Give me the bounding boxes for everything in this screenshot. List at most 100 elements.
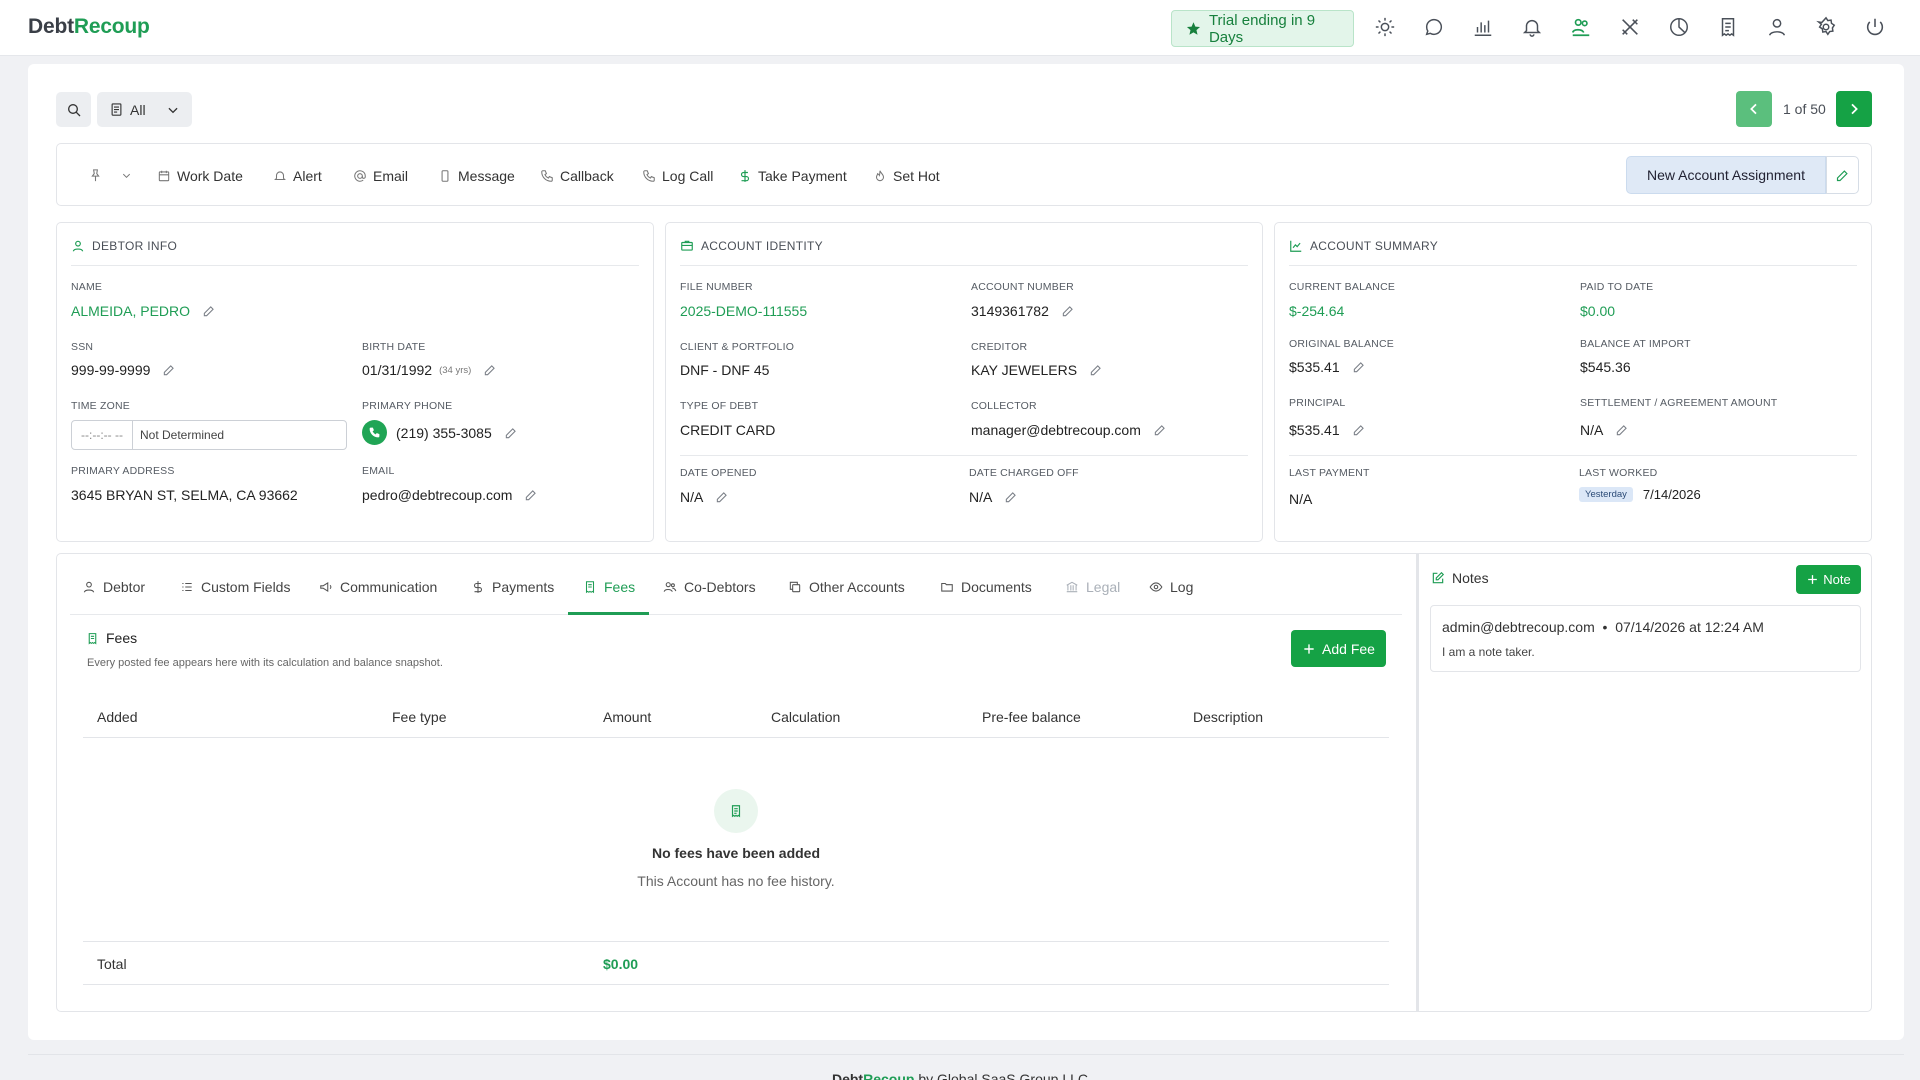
bar-chart-icon[interactable]: [1472, 16, 1494, 38]
tab-debtor[interactable]: Debtor: [82, 579, 145, 595]
gear-icon[interactable]: [1815, 16, 1837, 38]
app-logo[interactable]: DebtRecoup: [28, 15, 150, 39]
message-button[interactable]: Message: [438, 168, 515, 184]
identity-divider: [680, 455, 1248, 456]
column-description[interactable]: Description: [1193, 709, 1263, 725]
call-phone-button[interactable]: [362, 420, 387, 445]
take-payment-button[interactable]: Take Payment: [738, 168, 847, 184]
edit-account-number-icon[interactable]: [1061, 304, 1075, 318]
tab-log[interactable]: Log: [1149, 579, 1193, 595]
search-button[interactable]: [56, 92, 91, 127]
debtor-info-header: DEBTOR INFO: [71, 239, 177, 253]
set-hot-button[interactable]: Set Hot: [873, 168, 940, 184]
column-calculation[interactable]: Calculation: [771, 709, 840, 725]
fire-icon: [875, 170, 885, 182]
list-icon: [111, 103, 122, 116]
work-date-button[interactable]: Work Date: [157, 168, 243, 184]
action-toolbar: Work Date Alert Email Message Callback L…: [56, 143, 1872, 206]
bell-icon[interactable]: [1521, 16, 1543, 38]
last-payment-label: LAST PAYMENT: [1289, 467, 1370, 479]
tab-legal[interactable]: Legal: [1065, 579, 1120, 595]
fees-title: Fees: [86, 630, 137, 646]
edit-charged-off-icon[interactable]: [1004, 490, 1018, 504]
tab-other-accounts[interactable]: Other Accounts: [788, 579, 905, 595]
edit-ssn-icon[interactable]: [162, 363, 176, 377]
tab-payments[interactable]: Payments: [471, 579, 554, 595]
edit-name-icon[interactable]: [202, 304, 216, 318]
time-zone-field[interactable]: --:--:-- -- Not Determined: [71, 420, 347, 450]
line-chart-icon: [1290, 240, 1302, 252]
user-icon[interactable]: [1766, 16, 1788, 38]
tab-co-debtors[interactable]: Co-Debtors: [663, 579, 756, 595]
tab-communication[interactable]: Communication: [319, 579, 437, 595]
footer: DebtRecoup by Global SaaS Group LLC: [831, 1071, 1088, 1080]
receipt-icon[interactable]: [1717, 16, 1739, 38]
add-fee-button[interactable]: Add Fee: [1291, 630, 1386, 667]
bell-icon: [274, 171, 286, 181]
assignment-edit-button[interactable]: [1826, 156, 1859, 194]
users-money-icon[interactable]: [1570, 16, 1592, 38]
column-fee-type[interactable]: Fee type: [392, 709, 446, 725]
star-icon: [1186, 22, 1201, 35]
address-label: PRIMARY ADDRESS: [71, 465, 175, 477]
phone-device-icon: [441, 170, 449, 182]
filter-select[interactable]: All: [97, 92, 192, 127]
edit-date-opened-icon[interactable]: [715, 490, 729, 504]
edit-email-icon[interactable]: [524, 488, 538, 502]
footer-divider: [28, 1054, 1904, 1055]
debt-type-label: TYPE OF DEBT: [680, 400, 759, 412]
account-identity-header: ACCOUNT IDENTITY: [680, 239, 823, 253]
tab-documents[interactable]: Documents: [940, 579, 1032, 595]
column-added[interactable]: Added: [97, 709, 137, 725]
callback-button[interactable]: Callback: [540, 168, 614, 184]
alert-button[interactable]: Alert: [273, 168, 322, 184]
balance-at-import-label: BALANCE AT IMPORT: [1580, 338, 1691, 350]
next-account-button[interactable]: [1836, 91, 1872, 127]
add-note-button[interactable]: Note: [1796, 565, 1861, 594]
column-amount[interactable]: Amount: [603, 709, 651, 725]
edit-settlement-icon[interactable]: [1615, 423, 1629, 437]
bank-icon: [1066, 581, 1078, 593]
edit-principal-icon[interactable]: [1352, 423, 1366, 437]
trial-label: Trial ending in 9 Days: [1208, 11, 1316, 46]
sun-icon[interactable]: [1374, 16, 1396, 38]
notes-title: Notes: [1431, 570, 1489, 586]
trial-badge[interactable]: Trial ending in 9 Days: [1171, 10, 1354, 47]
account-assignment-button[interactable]: New Account Assignment: [1626, 156, 1826, 194]
search-icon: [67, 103, 80, 116]
prev-account-button[interactable]: [1736, 91, 1772, 127]
chat-icon[interactable]: [1423, 16, 1445, 38]
pencil-icon: [1836, 169, 1848, 181]
last-worked-value: Yesterday 7/14/2026: [1579, 487, 1701, 502]
file-number-value[interactable]: 2025-DEMO-111555: [680, 303, 807, 319]
edit-original-balance-icon[interactable]: [1352, 360, 1366, 374]
tools-icon[interactable]: [1619, 16, 1641, 38]
user-icon: [83, 581, 95, 593]
charged-off-label: DATE CHARGED OFF: [969, 467, 1079, 479]
users-icon: [663, 582, 677, 592]
edit-phone-icon[interactable]: [504, 426, 518, 440]
column-pre-fee-balance[interactable]: Pre-fee balance: [982, 709, 1081, 725]
pin-dropdown[interactable]: [88, 168, 138, 183]
creditor-label: CREDITOR: [971, 341, 1028, 353]
edit-collector-icon[interactable]: [1153, 423, 1167, 437]
pie-chart-icon[interactable]: [1668, 16, 1690, 38]
megaphone-icon: [320, 581, 332, 593]
tab-fees[interactable]: Fees: [583, 579, 635, 595]
total-top-line: [83, 941, 1389, 942]
power-icon[interactable]: [1864, 16, 1886, 38]
email-label: Email: [373, 168, 409, 184]
edit-creditor-icon[interactable]: [1089, 363, 1103, 377]
settlement-label: SETTLEMENT / AGREEMENT AMOUNT: [1580, 397, 1778, 409]
birth-date-value: 01/31/1992 (34 yrs): [362, 362, 497, 378]
last-payment-value: N/A: [1289, 491, 1313, 507]
id-card-icon: [681, 240, 693, 251]
principal-label: PRINCIPAL: [1289, 397, 1346, 409]
email-label: EMAIL: [362, 465, 395, 477]
email-button[interactable]: Email: [353, 168, 408, 184]
log-call-button[interactable]: Log Call: [642, 168, 713, 184]
edit-birth-icon[interactable]: [483, 363, 497, 377]
table-header-line: [83, 737, 1389, 738]
note-item[interactable]: admin@debtrecoup.com • 07/14/2026 at 12:…: [1430, 605, 1861, 672]
tab-custom-fields[interactable]: Custom Fields: [180, 579, 290, 595]
